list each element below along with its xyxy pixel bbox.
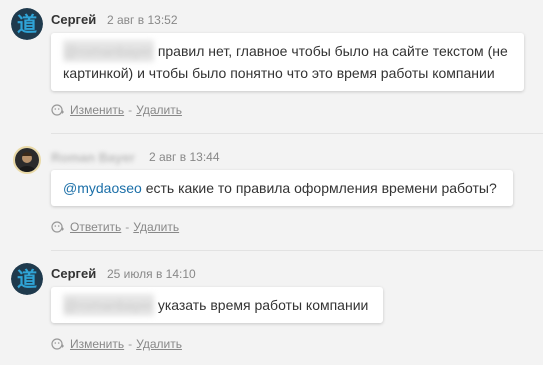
delete-link[interactable]: Удалить <box>136 103 182 117</box>
comment-text: указать время работы компании <box>157 297 369 313</box>
comment-text: правил нет, главное чтобы было на сайте … <box>157 43 508 59</box>
avatar[interactable] <box>13 146 41 174</box>
dao-character-icon: 道 <box>11 263 43 295</box>
comment-actions: Ответить - Удалить <box>51 220 179 234</box>
comment-bubble: @romanbayer указать время работы компани… <box>51 287 383 323</box>
separator: - <box>128 337 133 351</box>
reply-link[interactable]: Ответить <box>70 220 121 234</box>
comment-text: есть какие то правила оформления времени… <box>145 180 497 196</box>
svg-text:道: 道 <box>17 12 37 36</box>
avatar[interactable]: 道 <box>11 263 43 295</box>
mention-link[interactable]: @mydaoseo <box>63 180 142 196</box>
separator: - <box>128 103 133 117</box>
edit-link[interactable]: Изменить <box>70 337 124 351</box>
svg-text:道: 道 <box>17 267 37 291</box>
comment-actions: Изменить - Удалить <box>51 103 182 117</box>
author-name[interactable]: Roman Bayer <box>51 150 135 165</box>
comment-bubble: @romanbayer правил нет, главное чтобы бы… <box>51 33 524 91</box>
avatar[interactable]: 道 <box>11 8 43 40</box>
divider <box>51 250 543 251</box>
reaction-icon[interactable] <box>51 103 65 117</box>
delete-link[interactable]: Удалить <box>133 220 179 234</box>
comment-bubble: @mydaoseo есть какие то правила оформлен… <box>51 170 513 206</box>
edit-link[interactable]: Изменить <box>70 103 124 117</box>
person-photo-icon <box>15 148 39 172</box>
reaction-icon[interactable] <box>51 337 65 351</box>
separator: - <box>125 220 130 234</box>
author-name[interactable]: Сергей <box>51 266 96 281</box>
reaction-icon[interactable] <box>51 220 65 234</box>
comment-date: 2 авг в 13:44 <box>149 150 220 164</box>
comment-text-line-2: картинкой) и чтобы было понятно что это … <box>63 65 495 81</box>
comment-actions: Изменить - Удалить <box>51 337 182 351</box>
mention-link[interactable]: @romanbayer <box>63 294 154 316</box>
comment-date: 2 авг в 13:52 <box>107 13 178 27</box>
author-name[interactable]: Сергей <box>51 12 96 27</box>
delete-link[interactable]: Удалить <box>136 337 182 351</box>
mention-link[interactable]: @romanbayer <box>63 40 154 62</box>
comment-date: 25 июля в 14:10 <box>107 267 196 281</box>
dao-character-icon: 道 <box>11 8 43 40</box>
divider <box>51 133 543 134</box>
comment-text-line: @romanbayer правил нет, главное чтобы бы… <box>63 40 512 62</box>
